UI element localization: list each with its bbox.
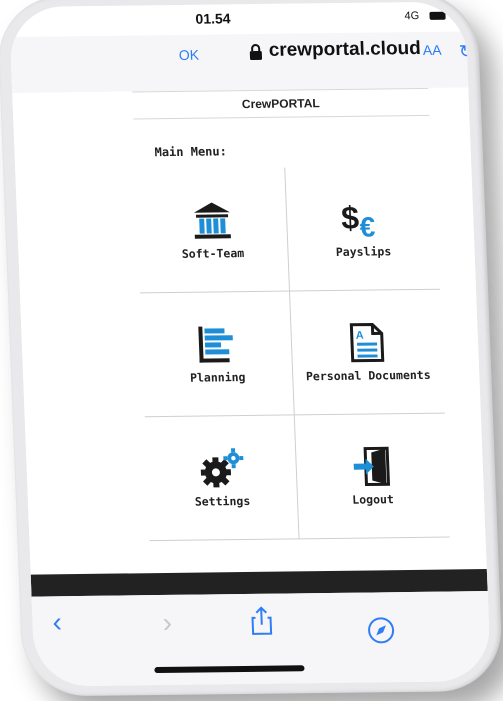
menu-item-settings[interactable]: Settings [144,415,300,542]
home-indicator [154,665,305,674]
back-arrow-icon[interactable]: ‹ [52,606,63,638]
network-indicator: 4G [404,10,420,23]
menu-item-label: Personal Documents [305,367,431,383]
document-icon: A [349,322,385,362]
menu-item-logout[interactable]: Logout [294,413,450,540]
menu-item-planning[interactable]: Planning [139,291,295,418]
menu-item-label: Soft-Team [181,245,245,261]
svg-text:€: € [359,211,376,238]
money-icon: $ € [341,199,377,238]
svg-text:$: $ [341,199,360,235]
gears-icon [200,447,243,487]
ok-button[interactable]: OK [179,47,200,63]
main-menu-grid: Soft-Team $ € Payslips Planning A Person… [135,165,450,542]
domain-label[interactable]: crewportal.cloud [268,38,421,62]
lock-icon [249,44,263,61]
exit-door-icon [353,446,391,486]
menu-item-label: Payslips [335,243,392,259]
status-time: 01.54 [195,10,231,27]
menu-item-soft-team[interactable]: Soft-Team [135,167,291,294]
forward-arrow-icon[interactable]: › [162,607,173,639]
phone-frame: 01.54 4G OK crewportal.cloud AA ↻ CrewPO… [0,0,503,697]
compass-icon[interactable] [367,616,396,644]
building-icon [193,202,231,239]
browser-url-bar: OK crewportal.cloud AA ↻ [10,31,474,93]
svg-text:A: A [356,329,364,341]
menu-item-payslips[interactable]: $ € Payslips [285,165,441,292]
reload-icon[interactable]: ↻ [459,41,475,62]
menu-item-label: Logout [351,491,395,507]
menu-item-label: Planning [189,369,246,385]
text-size-button[interactable]: AA [423,42,442,58]
share-icon[interactable] [246,606,277,636]
battery-icon [429,11,446,20]
main-menu-heading: Main Menu: [154,144,228,160]
browser-toolbar: ‹ › [31,591,492,687]
menu-item-label: Settings [194,493,251,509]
portal-title: CrewPORTAL [132,87,430,120]
phone-screen: 01.54 4G OK crewportal.cloud AA ↻ CrewPO… [8,1,492,687]
menu-item-personal-documents[interactable]: A Personal Documents [290,289,445,416]
gantt-icon [197,326,233,363]
